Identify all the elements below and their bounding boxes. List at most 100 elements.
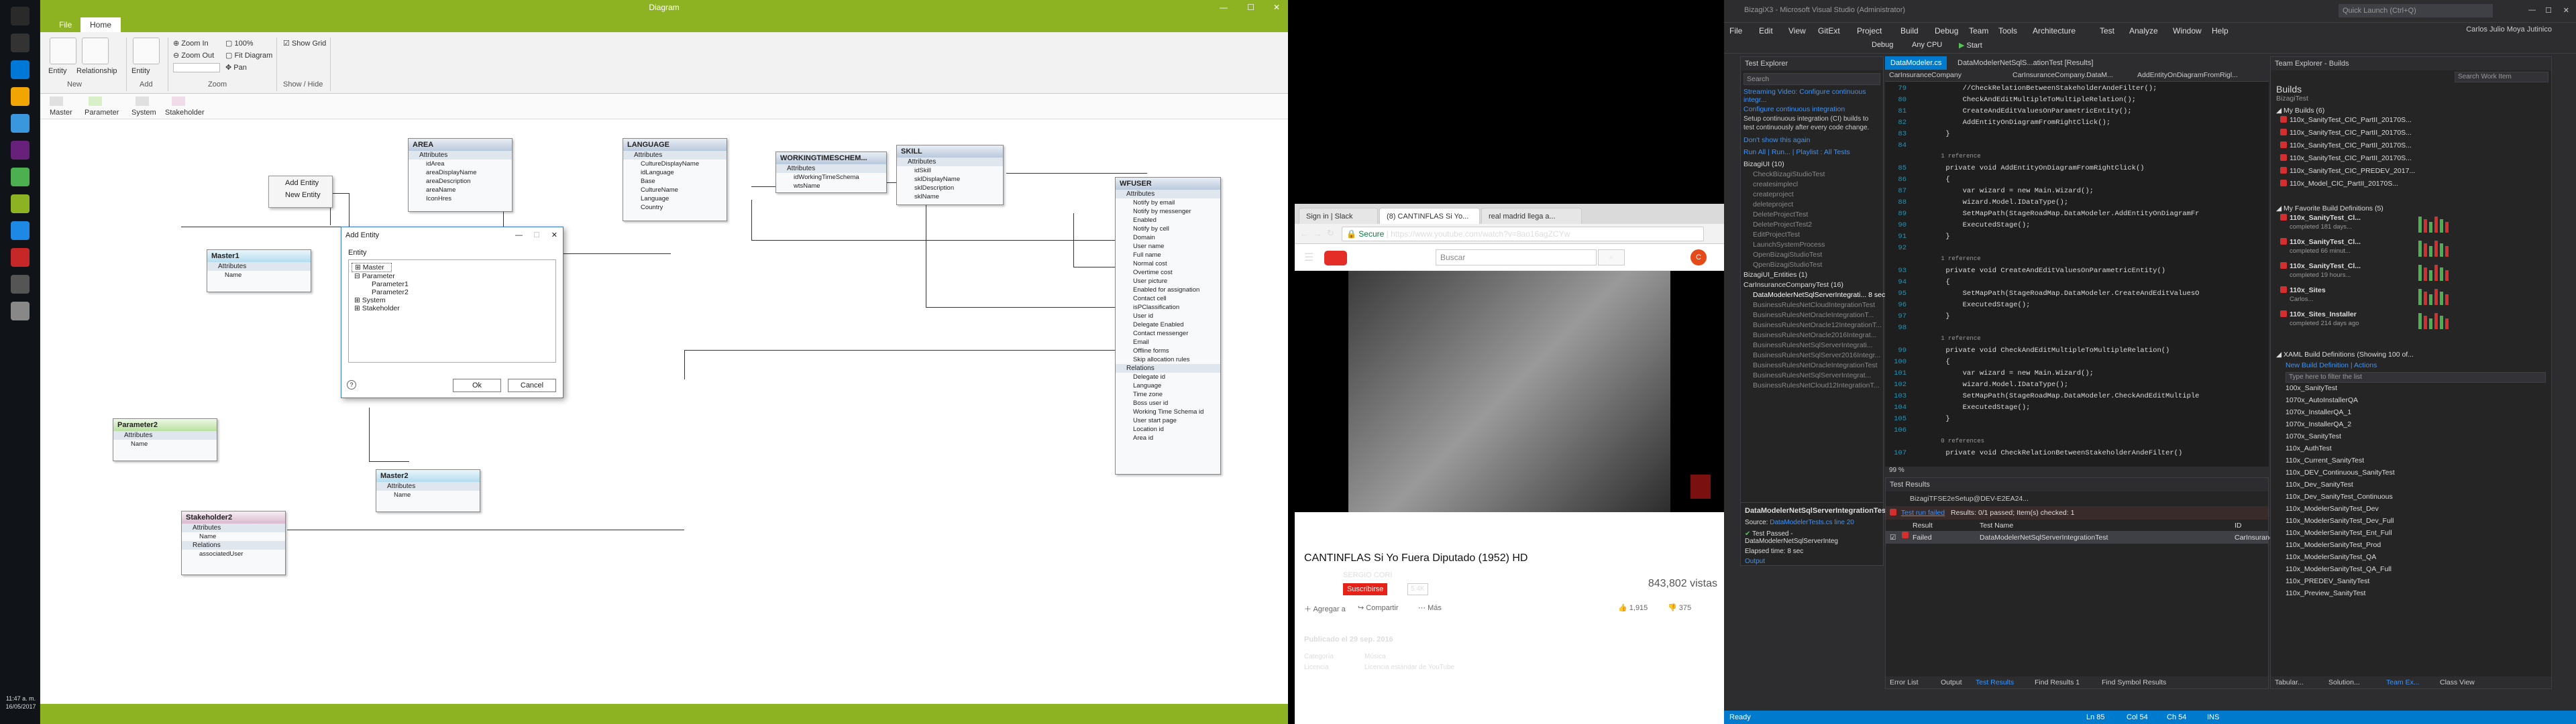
dont-show-link[interactable]: Don't show this again xyxy=(1743,136,1880,144)
favorites-header[interactable]: ◢ My Favorite Build Definitions (5) xyxy=(2271,200,2551,214)
menu-edit[interactable]: Edit xyxy=(1759,24,1773,38)
build-definition[interactable]: 110x_Dev_SanityTest_Continuous xyxy=(2286,493,2393,501)
streaming-video-link[interactable]: Streaming Video: Configure continuous in… xyxy=(1743,88,1880,104)
test-item[interactable]: QpenBizagiStudioTest xyxy=(1753,261,1822,269)
skype-icon[interactable] xyxy=(11,221,30,240)
build-definition[interactable]: 1070x_AutoInstallerQA xyxy=(2286,396,2358,404)
build-definition[interactable]: 110x_Preview_SanityTest xyxy=(2286,589,2365,597)
code-line[interactable]: } xyxy=(1912,233,1949,241)
build-definition[interactable]: 110x_ModelerSanityTest_Dev xyxy=(2286,505,2379,513)
app-icon-3[interactable] xyxy=(11,302,30,320)
app-icon-2[interactable] xyxy=(11,275,30,294)
test-item[interactable]: BusinessRulesNetSqlServerIntegrat... xyxy=(1753,371,1871,379)
tab-slack[interactable]: Sign in | Slack xyxy=(1299,208,1378,224)
quick-launch-input[interactable]: Quick Launch (Ctrl+Q) xyxy=(2339,4,2493,17)
mail-icon[interactable] xyxy=(11,114,30,133)
build-definition[interactable]: 1070x_SanityTest xyxy=(2286,432,2341,440)
code-line[interactable]: { xyxy=(1912,176,1949,184)
master-label[interactable]: Master xyxy=(50,109,72,117)
system-label[interactable]: System xyxy=(131,109,156,117)
new-build-definition-link[interactable]: New Build Definition xyxy=(2286,361,2349,369)
run-selector[interactable]: BizagiTFSE2eSetup@DEV-E2EA24... xyxy=(1886,491,2268,506)
tree-item-parameter2[interactable]: Parameter2 xyxy=(352,288,553,296)
ok-button[interactable]: Ok xyxy=(453,379,501,392)
code-line[interactable]: ExecutedStage(); xyxy=(1912,221,2031,229)
close-icon[interactable]: ✕ xyxy=(1273,0,1280,15)
build-definition[interactable]: 110x_DEV_Continuous_SanityTest xyxy=(2286,469,2395,477)
code-line[interactable]: ExecutedStage(); xyxy=(1912,301,2031,309)
channel-name[interactable]: SERGIO CORI xyxy=(1343,571,1392,579)
code-line[interactable]: //CheckRelationBetweenStakeholderAndeFil… xyxy=(1912,84,2157,93)
relationship-button-label[interactable]: Relationship xyxy=(76,67,117,75)
minimize-icon[interactable]: — xyxy=(2528,6,2536,14)
bottom-tab[interactable]: Error List xyxy=(1890,676,1919,688)
close-icon[interactable]: ✕ xyxy=(2563,6,2569,15)
member-dropdown[interactable]: AddEntityOnDiagramFromRigl... xyxy=(2137,71,2238,79)
entity-parameter2[interactable]: Parameter2 Attributes Name xyxy=(113,418,217,461)
test-group[interactable]: BizagiUI_Entities (1) xyxy=(1743,271,1807,279)
class-dropdown[interactable]: CarInsuranceCompany.DataM... xyxy=(2012,71,2113,79)
menu-gitext[interactable]: GitExt xyxy=(1818,24,1840,38)
test-item[interactable]: DeleteProjectTest2 xyxy=(1753,221,1812,229)
test-item[interactable]: BusinessRulesNetCloud12IntegrationT... xyxy=(1753,381,1880,389)
test-item[interactable]: BusinessRulesNetSqlServerIntegrati... xyxy=(1753,341,1873,349)
menu-team[interactable]: Team xyxy=(1969,24,1988,38)
build-definition[interactable]: 110x_Dev_SanityTest xyxy=(2286,481,2353,489)
build-filter-input[interactable]: Type here to filter the list xyxy=(2286,372,2546,383)
test-item[interactable]: CheckBizagiStudioTest xyxy=(1753,170,1825,178)
code-line[interactable]: } xyxy=(1912,312,1949,320)
app-icon[interactable] xyxy=(11,248,30,267)
col-test-name[interactable]: Test Name xyxy=(1980,520,2013,532)
code-line[interactable]: CreateAndEditValuesOnParametricEntity(); xyxy=(1912,107,2132,115)
code-line[interactable]: var wizard = new Main.Wizard(); xyxy=(1912,369,2094,377)
youtube-search-input[interactable]: Buscar xyxy=(1436,249,1597,265)
build-item[interactable]: 110x_SanityTest_CIC_PartII_20170S... xyxy=(2280,116,2412,124)
build-definition[interactable]: 110x_AuthTest xyxy=(2286,444,2332,452)
like-button[interactable]: 👍 1,915 xyxy=(1618,603,1648,612)
video-player[interactable] xyxy=(1295,271,1724,512)
code-line[interactable]: 0 references xyxy=(1912,438,1984,444)
code-line[interactable]: } xyxy=(1912,415,1949,423)
my-builds-header[interactable]: ◢ My Builds (6) xyxy=(2271,103,2551,116)
test-item[interactable]: createproject xyxy=(1753,190,1794,198)
build-item[interactable]: 110x_SanityTest_CIC_PartII_20170S... xyxy=(2280,154,2412,162)
maximize-icon[interactable]: ☐ xyxy=(1247,0,1254,15)
code-line[interactable]: { xyxy=(1912,278,1949,286)
work-item-search[interactable]: Search Work Item xyxy=(2455,72,2548,82)
entity-language[interactable]: LANGUAGE Attributes CultureDisplayName i… xyxy=(623,138,727,221)
team-tab[interactable]: Tabular... xyxy=(2275,676,2304,688)
configure-ci-link[interactable]: Configure continuous integration xyxy=(1743,105,1880,113)
favorite-build[interactable]: 110x_SanityTest_Cl... xyxy=(2280,238,2361,246)
parameter-label[interactable]: Parameter xyxy=(85,109,119,117)
test-item[interactable]: LaunchSystemProcess xyxy=(1753,241,1825,249)
tab-home[interactable]: Home xyxy=(80,17,121,32)
code-line[interactable]: wizard.Model.IDataType(); xyxy=(1912,198,2069,206)
entity-stakeholder2[interactable]: Stakeholder2 Attributes Name Relations a… xyxy=(181,511,286,575)
test-item[interactable]: BusinessRulesNetOracle12IntegrationT... xyxy=(1753,321,1882,329)
zoom-100-button[interactable]: ▢ 100% xyxy=(225,39,254,48)
test-item[interactable]: BusinessRulesNetSqlServer2016Integr... xyxy=(1753,351,1880,359)
code-line[interactable]: 1 reference xyxy=(1912,153,1980,160)
tree-item-parameter1[interactable]: Parameter1 xyxy=(352,280,553,288)
source-link[interactable]: DataModelerTests.cs line 20 xyxy=(1770,519,1854,526)
minimize-icon[interactable]: — xyxy=(515,227,523,243)
add-entity-icon[interactable] xyxy=(133,38,160,64)
build-definition[interactable]: 110x_ModelerSanityTest_Prod xyxy=(2286,541,2381,549)
team-tab[interactable]: Team Ex... xyxy=(2386,676,2420,688)
zoom-slider[interactable] xyxy=(173,63,220,72)
add-to-button[interactable]: ＋ Agregar a xyxy=(1304,603,1346,614)
build-definition[interactable]: 1070x_InstallerQA_1 xyxy=(2286,408,2351,416)
tree-item-stakeholder[interactable]: ⊞ Stakeholder xyxy=(352,304,553,312)
favorite-build[interactable]: 110x_Sites_Installer xyxy=(2280,310,2357,318)
build-definition[interactable]: 110x_ModelerSanityTest_Dev_Full xyxy=(2286,517,2394,525)
test-item[interactable]: deleteproject xyxy=(1753,200,1793,208)
more-button[interactable]: ⋯ Más xyxy=(1418,603,1442,612)
test-item[interactable]: BusinessRulesNetOracle2016Integrat... xyxy=(1753,331,1876,339)
search-icon[interactable]: ⌕ xyxy=(1598,249,1625,265)
cancel-button[interactable]: Cancel xyxy=(508,379,556,392)
code-line[interactable]: SetMapPath(StageRoadMap.DataModeler.Crea… xyxy=(1912,290,2200,298)
code-line[interactable]: } xyxy=(1912,130,1949,138)
add-entity-button-label[interactable]: Entity xyxy=(131,67,150,75)
minimize-icon[interactable]: — xyxy=(1220,0,1228,15)
menu-architecture[interactable]: Architecture xyxy=(2033,24,2076,38)
